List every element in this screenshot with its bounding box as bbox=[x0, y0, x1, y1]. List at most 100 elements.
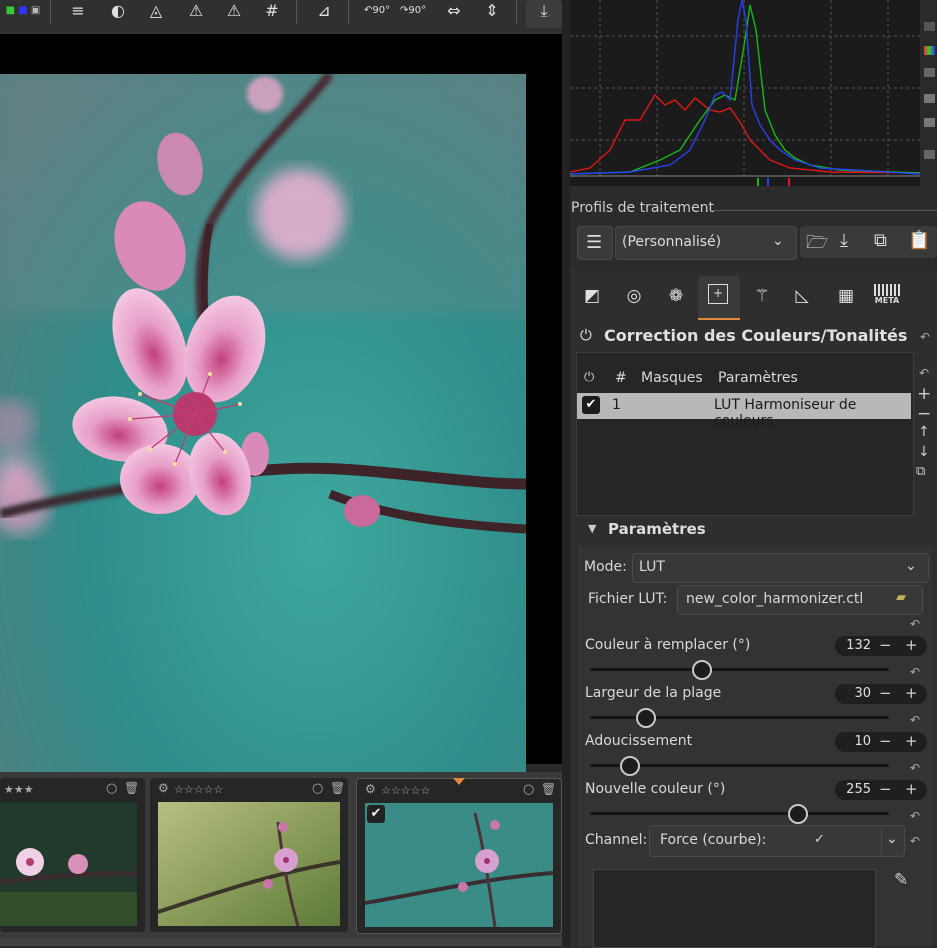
chroma-toggle-icon[interactable] bbox=[924, 94, 935, 103]
exposure-icon[interactable]: ◩ bbox=[578, 282, 606, 310]
tab-local-adjustments[interactable]: + bbox=[698, 276, 740, 321]
slider-value[interactable]: 255 bbox=[846, 782, 871, 797]
lut-file-chooser[interactable]: new_color_harmonizer.ctl ▰ bbox=[677, 585, 923, 615]
add-mask-icon[interactable]: + bbox=[917, 384, 931, 404]
rotate-right-icon[interactable]: ↷90° bbox=[400, 0, 426, 22]
rotate-left-icon[interactable]: ↶90° bbox=[364, 0, 390, 22]
collapse-arrow-icon[interactable]: ▼ bbox=[588, 522, 596, 535]
slider-track[interactable] bbox=[590, 668, 889, 671]
module-title[interactable]: Correction des Couleurs/Tonalités bbox=[604, 326, 907, 345]
decrement-icon[interactable]: − bbox=[879, 636, 892, 654]
checkmark-icon[interactable]: ✔ bbox=[367, 805, 385, 823]
decrement-icon[interactable]: − bbox=[879, 684, 892, 702]
move-up-icon[interactable]: ↑ bbox=[918, 424, 930, 440]
increment-icon[interactable]: + bbox=[905, 732, 918, 750]
params-section-title[interactable]: Paramètres bbox=[608, 520, 706, 538]
grid-icon[interactable]: # bbox=[260, 0, 284, 22]
profile-list-button[interactable]: ☰ bbox=[577, 226, 613, 260]
reset-icon[interactable]: ↶ bbox=[910, 665, 920, 679]
move-down-icon[interactable]: ↓ bbox=[918, 444, 930, 460]
warning-icon[interactable]: ⚠ bbox=[184, 0, 208, 22]
thumbnail[interactable]: ⚙ ☆☆☆☆☆ ○ 🗑 bbox=[150, 778, 348, 932]
reset-icon[interactable]: ↶ bbox=[910, 834, 920, 848]
channel-dropdown-arrow[interactable]: ⌄ bbox=[881, 825, 905, 857]
rating-stars-icon[interactable]: ★★★ bbox=[4, 783, 34, 796]
channel-dropdown[interactable]: Force (courbe): ✓ bbox=[649, 825, 903, 857]
value-spinner[interactable]: 10 − + bbox=[835, 732, 927, 752]
slider-label: Couleur à remplacer (°) bbox=[585, 637, 751, 653]
flip-horizontal-icon[interactable]: ⇔ bbox=[442, 0, 466, 22]
meta-icon[interactable]: META bbox=[874, 284, 900, 310]
slider-value[interactable]: 30 bbox=[854, 686, 871, 701]
filmstrip-scrollbar[interactable] bbox=[0, 938, 562, 946]
slider-knob[interactable] bbox=[636, 708, 656, 728]
decrement-icon[interactable]: − bbox=[879, 780, 892, 798]
warning-outline-icon[interactable]: ⚠ bbox=[222, 0, 246, 22]
color-chip-icon[interactable]: ■ ■ ▣ bbox=[0, 0, 46, 22]
reset-icon[interactable]: ↶ bbox=[920, 330, 930, 344]
slider-value[interactable]: 10 bbox=[854, 734, 871, 749]
rating-stars-icon[interactable]: ☆☆☆☆☆ bbox=[381, 784, 430, 797]
slider-track[interactable] bbox=[590, 812, 889, 815]
histogram-mode-icon[interactable] bbox=[924, 22, 935, 31]
slider-value[interactable]: 132 bbox=[846, 638, 871, 653]
value-spinner[interactable]: 30 − + bbox=[835, 684, 927, 704]
profile-dropdown[interactable]: (Personnalisé) ⌄ bbox=[615, 226, 797, 260]
increment-icon[interactable]: + bbox=[905, 780, 918, 798]
bar-toggle-icon[interactable] bbox=[924, 150, 935, 159]
curve-editor[interactable] bbox=[593, 869, 876, 948]
luma-toggle-icon[interactable] bbox=[924, 68, 935, 77]
wand-icon[interactable]: ⚚ bbox=[748, 282, 776, 310]
module-power-icon[interactable]: ⏻ bbox=[580, 326, 592, 344]
reset-icon[interactable]: ↶ bbox=[910, 617, 920, 631]
table-row[interactable]: ✔ 1 LUT Harmoniseur de couleurs bbox=[577, 393, 911, 429]
flip-vertical-icon[interactable]: ⇕ bbox=[480, 0, 504, 22]
slider-knob[interactable] bbox=[692, 660, 712, 680]
value-spinner[interactable]: 255 − + bbox=[835, 780, 927, 800]
panel-divider[interactable] bbox=[562, 0, 570, 946]
remove-mask-icon[interactable]: − bbox=[917, 404, 931, 424]
list-plus-icon[interactable]: ≡ bbox=[66, 0, 90, 22]
raw-toggle-icon[interactable] bbox=[924, 118, 935, 127]
value-spinner[interactable]: 132 − + bbox=[835, 636, 927, 656]
select-circle-icon[interactable]: ○ bbox=[523, 782, 534, 797]
row-checkbox[interactable]: ✔ bbox=[582, 396, 600, 414]
slider-track[interactable] bbox=[590, 716, 889, 719]
select-circle-icon[interactable]: ○ bbox=[106, 781, 117, 796]
slider-knob[interactable] bbox=[788, 804, 808, 824]
transform-icon[interactable]: ◺ bbox=[788, 282, 816, 310]
curve-icon: ✓ bbox=[814, 832, 825, 847]
save-icon[interactable]: ⤓ bbox=[840, 230, 848, 251]
color-icon[interactable]: ❁ bbox=[662, 282, 690, 310]
thumbnail-selected[interactable]: ⚙ ☆☆☆☆☆ ○ 🗑 ✔ bbox=[356, 778, 562, 934]
select-circle-icon[interactable]: ○ bbox=[312, 781, 323, 796]
circle-half-icon[interactable]: ◐ bbox=[106, 0, 130, 22]
pin-down-icon[interactable]: ⤓ bbox=[526, 0, 562, 28]
thumbnail[interactable]: ★★★ ○ 🗑 bbox=[0, 778, 145, 932]
triangle-circle-icon[interactable]: ◬ bbox=[144, 0, 168, 22]
rgb-toggle-icon[interactable] bbox=[924, 46, 935, 55]
trash-icon[interactable]: 🗑 bbox=[124, 781, 139, 795]
slider-knob[interactable] bbox=[620, 756, 640, 776]
chevron-down-icon: ⌄ bbox=[886, 831, 898, 847]
mode-dropdown[interactable]: LUT ⌄ bbox=[632, 553, 929, 583]
raw-icon[interactable]: ▦ bbox=[832, 282, 860, 310]
copy-icon[interactable]: ⧉ bbox=[874, 230, 887, 251]
trash-icon[interactable]: 🗑 bbox=[330, 781, 345, 795]
trash-icon[interactable]: 🗑 bbox=[541, 782, 556, 796]
image-viewer[interactable] bbox=[0, 34, 562, 789]
reset-icon[interactable]: ↶ bbox=[910, 761, 920, 775]
reset-icon[interactable]: ↶ bbox=[919, 366, 929, 380]
copy-mask-icon[interactable]: ⧉ bbox=[916, 464, 925, 479]
increment-icon[interactable]: + bbox=[905, 636, 918, 654]
folder-open-icon[interactable]: 🗁 bbox=[806, 230, 828, 260]
perspective-icon[interactable]: ⊿ bbox=[312, 0, 336, 22]
decrement-icon[interactable]: − bbox=[879, 732, 892, 750]
rating-stars-icon[interactable]: ☆☆☆☆☆ bbox=[174, 783, 223, 796]
reset-icon[interactable]: ↶ bbox=[910, 809, 920, 823]
increment-icon[interactable]: + bbox=[905, 684, 918, 702]
detail-icon[interactable]: ◎ bbox=[620, 282, 648, 310]
edit-pencil-icon[interactable]: ✎ bbox=[894, 870, 908, 890]
paste-icon[interactable]: 📋 bbox=[908, 230, 930, 251]
reset-icon[interactable]: ↶ bbox=[910, 713, 920, 727]
